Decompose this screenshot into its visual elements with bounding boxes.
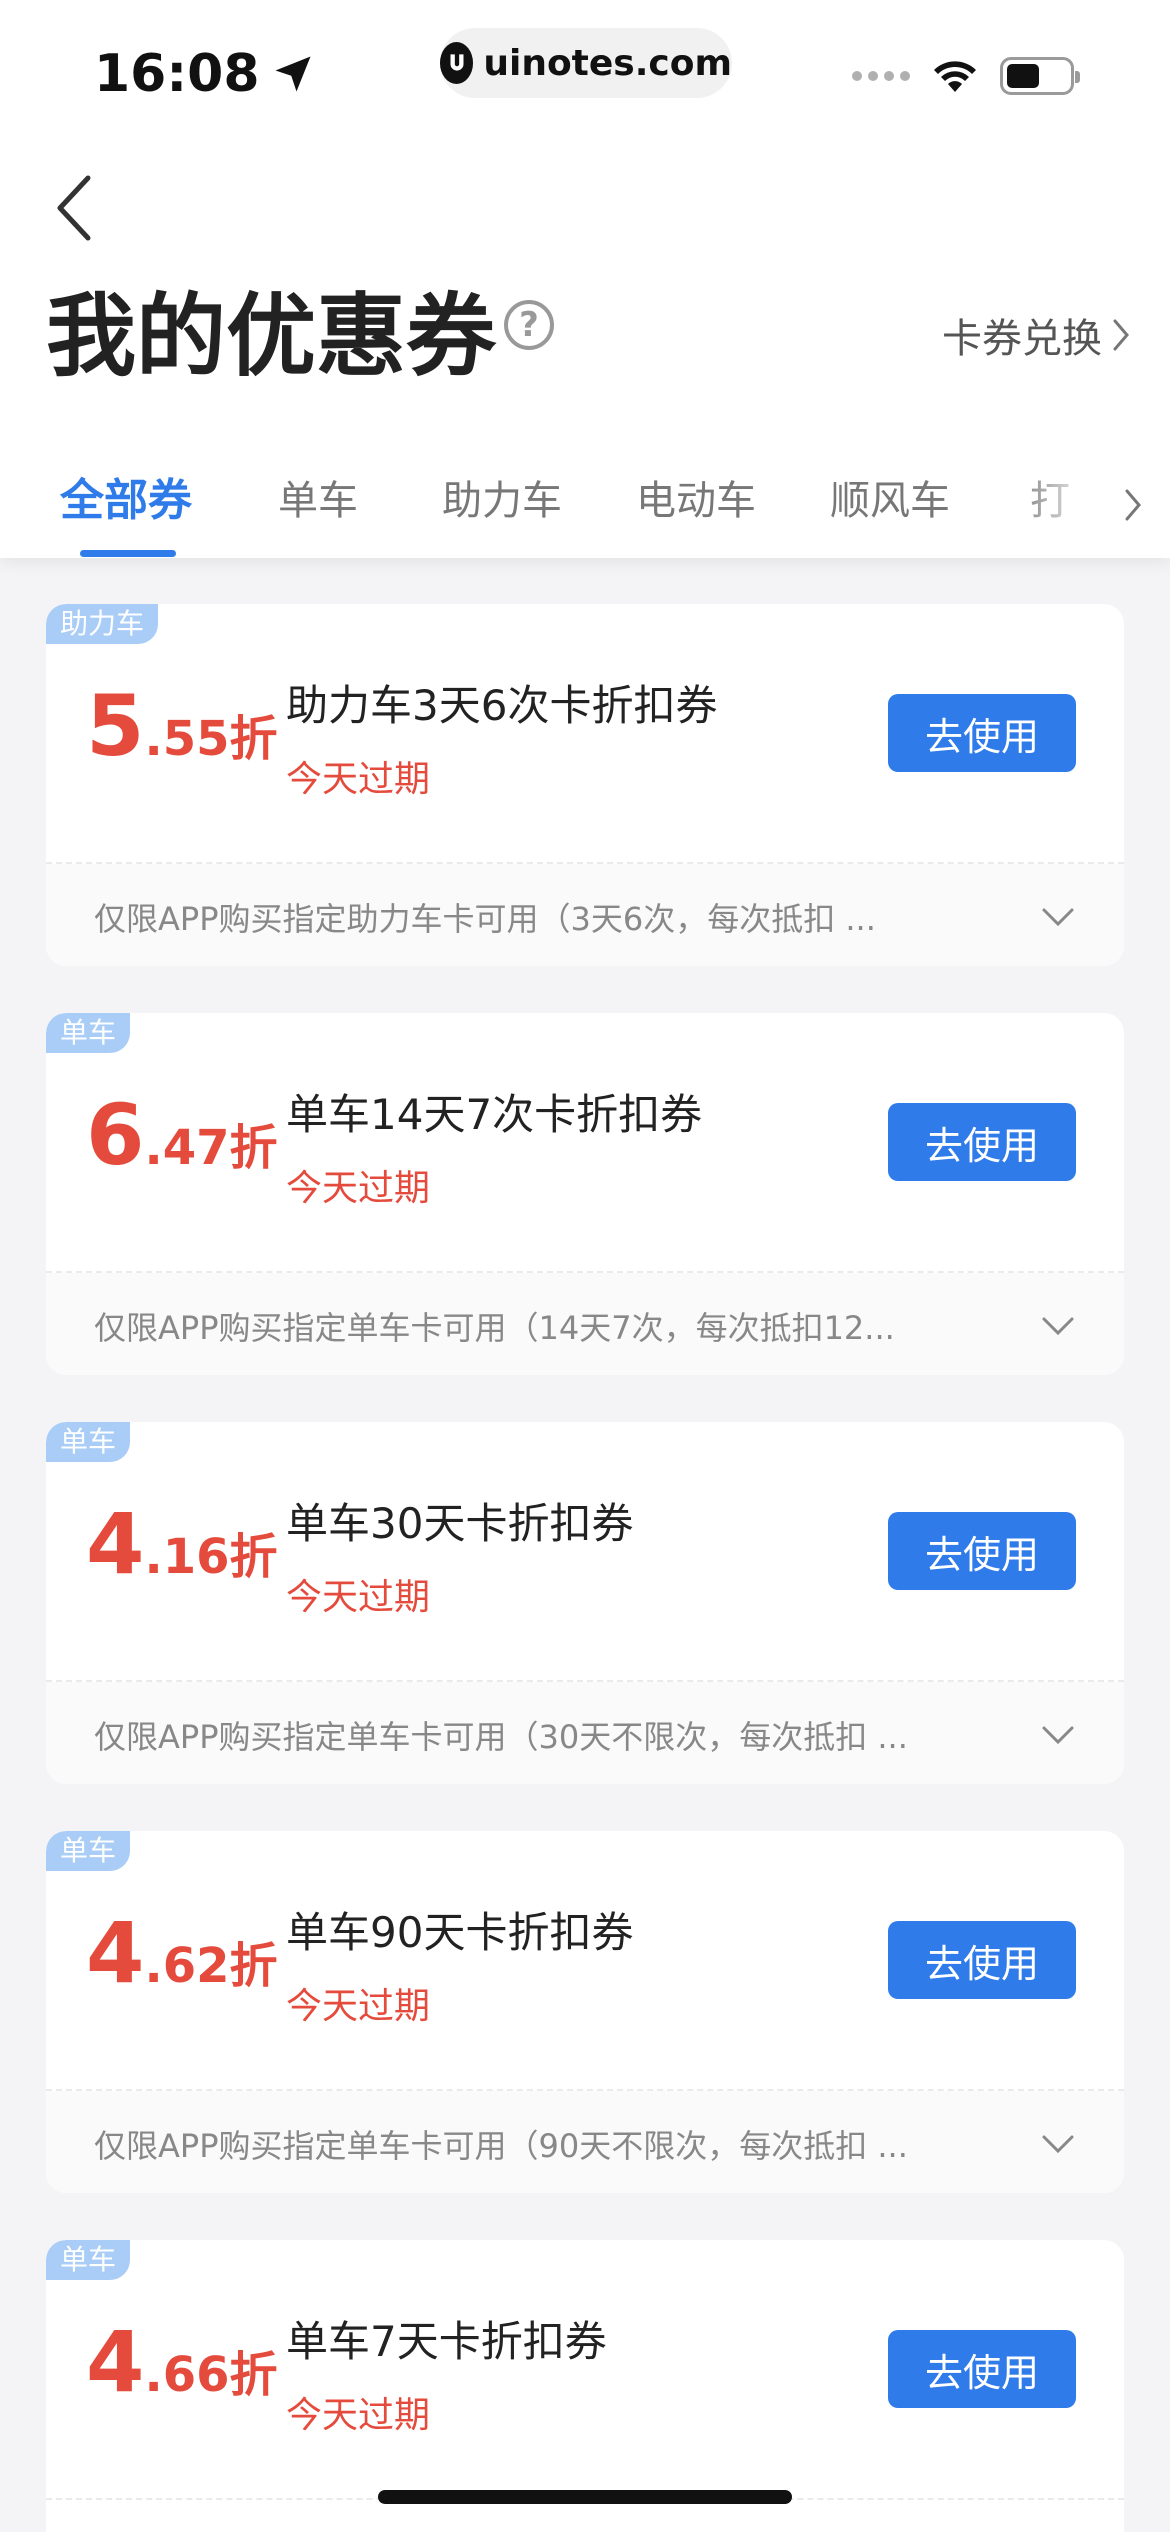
coupon-name: 助力车3天6次卡折扣券 xyxy=(286,681,718,730)
discount-decimal: .62 xyxy=(144,1938,230,1994)
coupon-expiry: 今天过期 xyxy=(286,759,431,800)
back-arrow-icon[interactable] xyxy=(44,168,104,248)
discount-decimal: .47 xyxy=(144,1120,230,1176)
discount-unit: 折 xyxy=(229,2347,278,2403)
coupon-footer[interactable]: 仅限APP购买指定单车卡可用（30天不限次，每次抵扣 ... xyxy=(46,1682,1124,1784)
discount-unit: 折 xyxy=(229,1529,278,1585)
chevron-down-icon[interactable] xyxy=(1040,902,1076,932)
discount-decimal: .66 xyxy=(144,2347,230,2403)
page-title: 我的优惠券 xyxy=(46,284,496,389)
coupon-name: 单车90天卡折扣券 xyxy=(286,1908,634,1957)
tab-bike[interactable]: 单车 xyxy=(278,468,358,526)
discount-integer: 4 xyxy=(86,1904,145,2002)
coupon-category-tag: 助力车 xyxy=(46,604,159,644)
tab-carpool[interactable]: 顺风车 xyxy=(830,468,950,526)
tab-ebike-assist[interactable]: 助力车 xyxy=(442,468,562,526)
wifi-icon xyxy=(934,61,976,92)
chevron-right-icon xyxy=(1125,489,1141,521)
discount-integer: 5 xyxy=(86,677,145,775)
status-icons xyxy=(852,56,1080,96)
tab-electric[interactable]: 电动车 xyxy=(636,468,756,526)
coupon-card: 单车 4 .16 折 单车30天卡折扣券 今天过期 去使用 仅限APP购买指定单… xyxy=(46,1422,1124,1784)
use-coupon-button[interactable]: 去使用 xyxy=(888,1103,1076,1181)
header: 16:08 uinotes.com 我的优惠券 ? 卡券兑换 全部券 单车 助力… xyxy=(0,0,1170,558)
help-icon[interactable]: ? xyxy=(504,300,554,350)
coupon-card: 单车 6 .47 折 单车14天7次卡折扣券 今天过期 去使用 仅限APP购买指… xyxy=(46,1013,1124,1375)
chevron-down-icon[interactable] xyxy=(1040,1720,1076,1750)
coupon-expiry: 今天过期 xyxy=(286,2395,431,2436)
coupon-description: 仅限APP购买指定单车卡可用（14天7次，每次抵扣12... xyxy=(94,1309,895,1347)
tabs-more-button[interactable] xyxy=(1010,460,1170,550)
coupon-category-tag: 单车 xyxy=(46,1831,131,1871)
coupon-card: 单车 4 .66 折 单车7天卡折扣券 今天过期 去使用 xyxy=(46,2240,1124,2532)
discount-integer: 4 xyxy=(86,2313,145,2411)
coupon-discount: 4 .62 折 xyxy=(86,1911,278,1996)
url-bar[interactable]: uinotes.com xyxy=(440,28,732,98)
tab-all[interactable]: 全部券 xyxy=(60,464,192,528)
coupon-card: 助力车 5 .55 折 助力车3天6次卡折扣券 今天过期 去使用 仅限APP购买… xyxy=(46,604,1124,966)
signal-icon xyxy=(852,71,910,81)
home-indicator[interactable] xyxy=(378,2490,792,2504)
location-arrow-icon xyxy=(275,56,311,92)
url-text: uinotes.com xyxy=(483,42,732,84)
coupon-name: 单车30天卡折扣券 xyxy=(286,1499,634,1548)
coupon-category-tag: 单车 xyxy=(46,2240,131,2280)
redeem-link[interactable]: 卡券兑换 xyxy=(942,306,1130,364)
tab-active-indicator xyxy=(80,550,176,557)
chevron-right-icon xyxy=(1113,319,1129,351)
coupon-description: 仅限APP购买指定单车卡可用（90天不限次，每次抵扣 ... xyxy=(94,2127,908,2165)
discount-decimal: .16 xyxy=(144,1529,230,1585)
coupon-footer[interactable]: 仅限APP购买指定助力车卡可用（3天6次，每次抵扣 ... xyxy=(46,864,1124,966)
coupon-expiry: 今天过期 xyxy=(286,1986,431,2027)
discount-unit: 折 xyxy=(229,1938,278,1994)
discount-integer: 4 xyxy=(86,1495,145,1593)
coupon-name: 单车14天7次卡折扣券 xyxy=(286,1090,703,1139)
site-logo-icon xyxy=(440,42,474,84)
coupon-footer[interactable]: 仅限APP购买指定单车卡可用（14天7次，每次抵扣12... xyxy=(46,1273,1124,1375)
discount-integer: 6 xyxy=(86,1086,145,1184)
status-time-text: 16:08 xyxy=(94,44,260,104)
coupon-discount: 5 .55 折 xyxy=(86,684,278,769)
coupon-discount: 4 .66 折 xyxy=(86,2320,278,2405)
discount-unit: 折 xyxy=(229,711,278,767)
coupon-name: 单车7天卡折扣券 xyxy=(286,2317,607,2366)
status-time: 16:08 xyxy=(94,44,314,104)
coupon-discount: 6 .47 折 xyxy=(86,1093,278,1178)
redeem-label: 卡券兑换 xyxy=(942,316,1102,362)
coupon-footer[interactable]: 仅限APP购买指定单车卡可用（90天不限次，每次抵扣 ... xyxy=(46,2091,1124,2193)
coupon-expiry: 今天过期 xyxy=(286,1168,431,1209)
use-coupon-button[interactable]: 去使用 xyxy=(888,2330,1076,2408)
coupon-category-tag: 单车 xyxy=(46,1013,131,1053)
chevron-down-icon[interactable] xyxy=(1040,1311,1076,1341)
coupon-category-tag: 单车 xyxy=(46,1422,131,1462)
coupon-description: 仅限APP购买指定单车卡可用（30天不限次，每次抵扣 ... xyxy=(94,1718,908,1756)
battery-icon xyxy=(1000,57,1080,95)
coupon-expiry: 今天过期 xyxy=(286,1577,431,1618)
use-coupon-button[interactable]: 去使用 xyxy=(888,694,1076,772)
discount-unit: 折 xyxy=(229,1120,278,1176)
category-tabs: 全部券 单车 助力车 电动车 顺风车 打 xyxy=(0,460,1170,558)
use-coupon-button[interactable]: 去使用 xyxy=(888,1512,1076,1590)
chevron-down-icon[interactable] xyxy=(1040,2129,1076,2159)
coupon-card: 单车 4 .62 折 单车90天卡折扣券 今天过期 去使用 仅限APP购买指定单… xyxy=(46,1831,1124,2193)
coupon-description: 仅限APP购买指定助力车卡可用（3天6次，每次抵扣 ... xyxy=(94,900,876,938)
coupon-discount: 4 .16 折 xyxy=(86,1502,278,1587)
use-coupon-button[interactable]: 去使用 xyxy=(888,1921,1076,1999)
discount-decimal: .55 xyxy=(144,711,230,767)
